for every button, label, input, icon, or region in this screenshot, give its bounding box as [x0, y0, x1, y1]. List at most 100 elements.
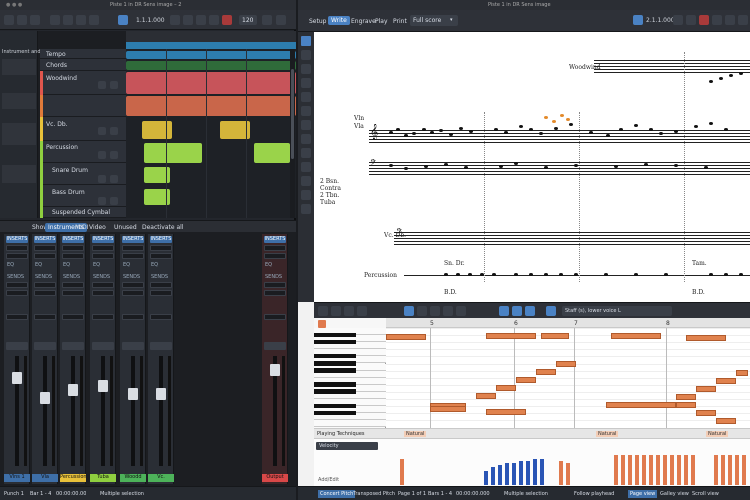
- velocity-bar[interactable]: [635, 455, 639, 485]
- velocity-bar[interactable]: [614, 455, 618, 485]
- accent-tool[interactable]: [301, 204, 311, 214]
- note-value-quarter[interactable]: [301, 134, 311, 144]
- note-head[interactable]: [444, 163, 448, 166]
- mode-play[interactable]: Play: [372, 17, 391, 26]
- velocity-bar[interactable]: [735, 455, 739, 485]
- note-head[interactable]: [529, 128, 533, 131]
- fader-handle[interactable]: [128, 388, 138, 400]
- insert-slot[interactable]: [122, 253, 144, 259]
- note-head[interactable]: [449, 133, 453, 136]
- technique-natural[interactable]: Natural: [706, 431, 729, 437]
- send-slot[interactable]: [264, 314, 286, 320]
- velocity-bar[interactable]: [677, 455, 681, 485]
- note-head[interactable]: [739, 72, 743, 75]
- insert-slot[interactable]: [92, 245, 114, 251]
- note-head[interactable]: [659, 132, 663, 135]
- lower-zone-toggle[interactable]: [738, 15, 748, 25]
- fader-track[interactable]: [131, 356, 135, 466]
- fader-handle[interactable]: [12, 372, 22, 384]
- solo-button[interactable]: [110, 81, 118, 89]
- lower-zone-button[interactable]: [30, 15, 40, 25]
- black-key[interactable]: [314, 382, 356, 387]
- mixer-channel[interactable]: INSERTS EQ SENDS Tuba: [90, 234, 116, 484]
- note-head[interactable]: [539, 132, 543, 135]
- rhythm-tool[interactable]: [301, 92, 311, 102]
- insert-slot[interactable]: [62, 253, 84, 259]
- playing-techniques-lane[interactable]: Playing Techniques Natural Natural Natur…: [314, 428, 750, 438]
- piano-roll-note[interactable]: [486, 409, 526, 415]
- note-head[interactable]: [529, 273, 533, 276]
- mute-button[interactable]: [98, 197, 106, 205]
- pan-knob[interactable]: [6, 342, 28, 350]
- note-head[interactable]: [514, 273, 518, 276]
- cycle-range[interactable]: [126, 42, 296, 49]
- piano-roll-note[interactable]: [736, 370, 748, 376]
- piano-roll-note[interactable]: [476, 393, 496, 399]
- note-head[interactable]: [574, 273, 578, 276]
- pan-knob[interactable]: [62, 342, 84, 350]
- black-key[interactable]: [314, 332, 356, 338]
- velocity-bar[interactable]: [484, 471, 488, 485]
- draw-tool[interactable]: [417, 306, 427, 316]
- mixer-toggle[interactable]: [262, 15, 272, 25]
- mixer-channel[interactable]: INSERTS EQ SENDS Vc.: [148, 234, 174, 484]
- technique-natural[interactable]: Natural: [596, 431, 619, 437]
- insert-slot[interactable]: [122, 245, 144, 251]
- velocity-bar[interactable]: [721, 455, 725, 485]
- technique-natural[interactable]: Natural: [404, 431, 427, 437]
- snap-toggle[interactable]: [499, 306, 509, 316]
- tempo-event[interactable]: [126, 51, 296, 59]
- piano-roll-note[interactable]: [676, 402, 696, 408]
- piano-roll-icon[interactable]: [318, 306, 328, 316]
- timeline-ruler[interactable]: [126, 31, 296, 49]
- note-head[interactable]: [469, 130, 473, 133]
- snap-toggle[interactable]: [118, 15, 128, 25]
- dot-tool[interactable]: [301, 176, 311, 186]
- insert-slot[interactable]: [150, 245, 172, 251]
- inspector-section[interactable]: [2, 59, 36, 75]
- inspector-section[interactable]: [2, 165, 36, 183]
- page-view-button[interactable]: Page view: [628, 490, 658, 498]
- rewind-button[interactable]: [673, 15, 683, 25]
- insert-tool[interactable]: [301, 50, 311, 60]
- insert-slot[interactable]: [62, 245, 84, 251]
- inserts-button[interactable]: INSERTS: [92, 236, 114, 243]
- send-slot[interactable]: [62, 290, 84, 296]
- mixer-toggle[interactable]: [712, 15, 722, 25]
- velocity-bar[interactable]: [656, 455, 660, 485]
- add-edit-label[interactable]: Add/Edit: [318, 477, 339, 483]
- note-head[interactable]: [389, 164, 393, 167]
- note-head[interactable]: [644, 163, 648, 166]
- insert-slot[interactable]: [150, 253, 172, 259]
- velocity-lane[interactable]: Velocity Add/Edit: [314, 438, 750, 486]
- record-button[interactable]: [699, 15, 709, 25]
- pan-knob[interactable]: [92, 342, 114, 350]
- send-slot[interactable]: [150, 314, 172, 320]
- solo-button[interactable]: [110, 151, 118, 159]
- note-head[interactable]: [519, 125, 523, 128]
- range-tool[interactable]: [63, 15, 73, 25]
- mode-setup[interactable]: Setup: [306, 17, 329, 26]
- note-head[interactable]: [619, 128, 623, 131]
- scroll-view-button[interactable]: Scroll view: [692, 491, 719, 497]
- piano-roll-note[interactable]: [686, 335, 726, 341]
- note-head[interactable]: [709, 122, 713, 125]
- erase-tool[interactable]: [443, 306, 453, 316]
- velocity-bar[interactable]: [512, 463, 516, 485]
- note-head[interactable]: [664, 273, 668, 276]
- mode-print[interactable]: Print: [390, 17, 410, 26]
- send-slot[interactable]: [264, 290, 286, 296]
- split-tool[interactable]: [76, 15, 86, 25]
- brass-clip[interactable]: [126, 96, 296, 116]
- fader-handle[interactable]: [68, 384, 78, 396]
- stop-button[interactable]: [196, 15, 206, 25]
- solo-button[interactable]: [110, 127, 118, 135]
- right-panel-toggle[interactable]: [725, 15, 735, 25]
- glue-tool[interactable]: [89, 15, 99, 25]
- piano-roll-note[interactable]: [486, 333, 536, 339]
- chord-event[interactable]: [126, 61, 296, 70]
- fader-track[interactable]: [71, 356, 75, 466]
- note-head[interactable]: [459, 127, 463, 130]
- scroll-thumb[interactable]: [291, 69, 294, 159]
- velocity-bar[interactable]: [498, 465, 502, 485]
